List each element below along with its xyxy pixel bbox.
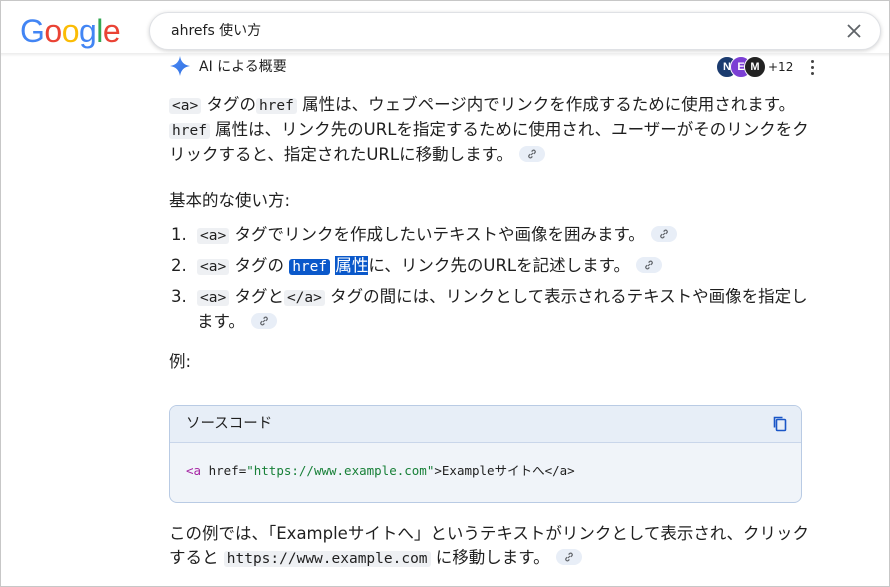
step-item: 2. <a> タグの href 属性に、リンク先のURLを記述します。 [169,254,809,279]
source-link-chip[interactable] [650,226,677,242]
text-run: タグと [229,287,284,306]
intro-paragraph: <a> タグの href 属性は、ウェブページ内でリンクを作成するために使用されま… [169,93,809,167]
copy-icon[interactable] [771,415,789,433]
step-text: <a> タグの href 属性に、リンク先のURLを記述します。 [197,256,630,275]
step-text: <a> タグでリンクを作成したいテキストや画像を囲みます。 [197,225,645,244]
link-icon [645,260,653,270]
logo-letter: G [20,13,45,49]
intro-text: <a> タグの href 属性は、ウェブページ内でリンクを作成するために使用されま… [169,95,809,164]
source-link-chip[interactable] [518,146,545,162]
text-run: 属性は、リンク先のURLを指定するために使用され、ユーザーがそのリンクをクリック… [169,120,809,164]
link-icon [659,229,668,239]
code-tag-open: <a [186,463,202,478]
logo-letter: e [102,13,121,49]
selected-text: 属性 [335,256,369,275]
link-icon [260,316,268,326]
search-header: Google ahrefs 使い方 [1,1,889,55]
text-run: に移動します。 [430,548,550,567]
source-link-chip[interactable] [635,257,662,273]
text-run: タグでリンクを作成したいテキストや画像を囲みます。 [229,225,645,244]
code-block-title: ソースコード [186,416,273,432]
logo-letter: g [78,13,97,49]
search-input[interactable]: ahrefs 使い方 [171,13,261,49]
text-run: タグの [201,95,256,114]
inline-code: </a> [283,290,325,306]
more-sources-count[interactable]: +12 [768,58,793,76]
inline-code: <a> [197,228,230,244]
kebab-dot-icon [810,66,814,69]
code-attr: href= [201,463,247,478]
inline-code: <a> [197,290,230,306]
step-number: 3. [171,287,187,306]
logo-letter: l [96,13,103,49]
text-run: タグの [229,256,290,275]
text-run: に、リンク先のURLを記述します。 [368,256,630,275]
inline-code: href [169,123,210,139]
basic-usage-heading: 基本的な使い方: [169,191,291,210]
outro-paragraph: この例では、「Exampleサイトへ」というテキストがリンクとして表示され、クリ… [169,522,809,571]
text-run: 属性は、ウェブページ内でリンクを作成するために使用されます。 [296,95,796,114]
code-string: "https://www.example.com" [246,463,435,478]
close-icon [847,24,861,38]
step-item: 3. <a> タグと </a> タグの間には、リンクとして表示されるテキストや画像を… [169,285,809,334]
ai-sparkle-icon [170,56,190,76]
source-link-chip[interactable] [555,549,582,565]
inline-code: <a> [169,98,202,114]
browser-frame: Google ahrefs 使い方 AI による概要 N E M +12 <a>… [0,0,890,587]
inline-code: <a> [197,259,230,275]
steps-list: 1. <a> タグでリンクを作成したいテキストや画像を囲みます。 2. <a> タグの… [169,223,809,334]
source-link-chip[interactable] [250,313,277,329]
code-line: <a href="https://www.example.com">Exampl… [186,460,575,479]
kebab-dot-icon [810,60,814,63]
inline-code: https://www.example.com [223,551,431,567]
step-item: 1. <a> タグでリンクを作成したいテキストや画像を囲みます。 [169,223,809,248]
logo-letter: o [61,13,80,49]
step-text: <a> タグと </a> タグの間には、リンクとして表示されるテキストや画像を指定… [197,287,808,331]
clear-search-button[interactable] [842,19,866,43]
code-block: ソースコード <a href="https://www.example.com"… [169,405,802,503]
example-heading: 例: [169,352,192,371]
step-number: 2. [171,256,187,275]
ai-overview-header: AI による概要 N E M +12 [169,55,829,79]
search-box[interactable]: ahrefs 使い方 [149,12,881,50]
kebab-dot-icon [810,72,814,75]
link-icon [564,552,573,562]
google-logo[interactable]: Google [20,11,121,51]
more-options-button[interactable] [807,57,817,77]
code-block-header: ソースコード [170,406,801,443]
inline-code: href [255,98,297,114]
source-avatar[interactable]: M [744,56,766,78]
inline-code: href [289,259,331,275]
logo-letter: o [44,13,62,49]
code-rest: >Exampleサイトへ</a> [434,463,575,478]
link-icon [528,149,536,159]
outro-text: この例では、「Exampleサイトへ」というテキストがリンクとして表示され、クリ… [169,524,809,567]
step-number: 1. [171,225,187,244]
ai-answer: <a> タグの href 属性は、ウェブページ内でリンクを作成するために使用されま… [169,93,809,374]
ai-overview-title: AI による概要 [199,59,287,75]
